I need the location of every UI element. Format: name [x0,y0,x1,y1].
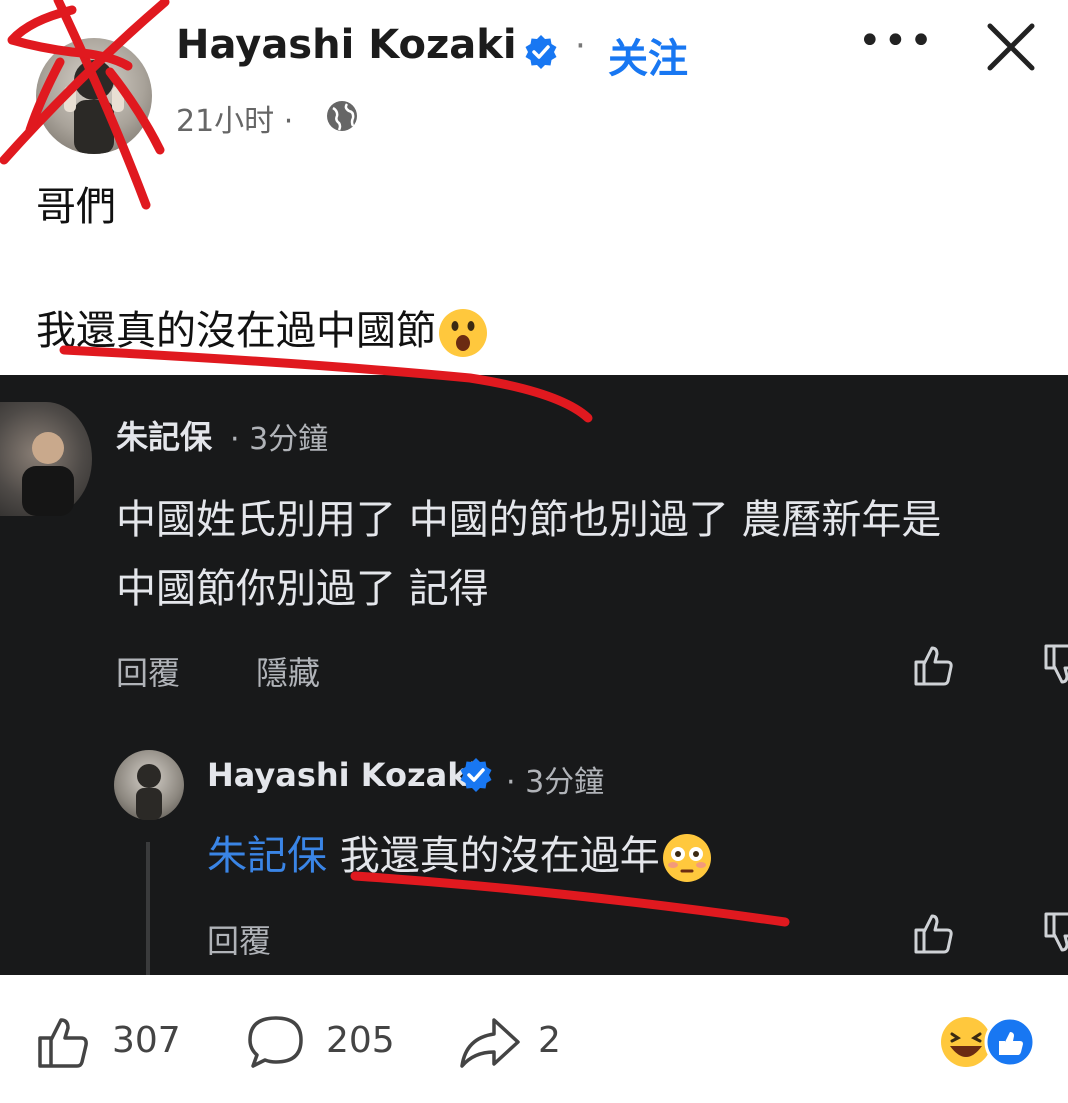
comment-text-line-1: 中國姓氏別用了 中國的節也別過了 農曆新年是 [116,497,942,543]
like-reaction [984,1016,1036,1068]
post-timestamp: 21小时 · [176,104,294,139]
comment-reply-button[interactable]: 回覆 [116,648,180,694]
post-text-line-1: 哥們 [36,184,116,230]
reply-thread-line [146,842,150,975]
reply-author[interactable]: Hayashi Kozaki [207,756,479,794]
flushed-emoji [662,834,711,882]
commenter-avatar-image [22,432,74,516]
reply-timestamp: · 3分鐘 [506,765,605,800]
reply-text-content: 我還真的沒在過年 [327,833,660,879]
thumbs-down-icon[interactable] [1040,642,1068,688]
author-name[interactable]: Hayashi Kozaki [176,22,517,68]
verified-badge-icon [525,35,557,69]
avatar-image [64,60,124,154]
like-count: 307 [112,1020,181,1061]
surprised-emoji [439,309,487,357]
more-options-button[interactable]: ••• [858,18,935,64]
reply-mention[interactable]: 朱記保 [207,833,327,879]
reply-avatar-image [136,764,162,820]
thumbs-up-icon[interactable] [910,910,956,956]
post-text-line-2: 我還真的沒在過中國節 [36,298,490,360]
thumbs-up-icon[interactable] [34,1012,94,1072]
comment-count: 205 [326,1020,395,1061]
comment-hide-button[interactable]: 隱藏 [256,648,320,694]
thumbs-up-icon[interactable] [910,642,956,688]
comment-timestamp: · 3分鐘 [230,422,329,457]
reply-author-avatar[interactable] [114,750,184,820]
author-avatar[interactable] [36,38,152,154]
comment-text-line-2: 中國節你別過了 記得 [116,566,489,612]
verified-badge-icon [460,758,492,792]
globe-icon [327,101,357,131]
comment-author[interactable]: 朱記保 [116,412,212,458]
reaction-summary[interactable] [938,1014,1038,1070]
close-icon[interactable] [984,20,1038,74]
post-text-line-2-content: 我還真的沒在過中國節 [36,308,436,354]
commenter-avatar[interactable] [0,402,92,516]
share-icon[interactable] [458,1012,522,1072]
follow-button[interactable]: 关注 [608,26,688,84]
comment-icon[interactable] [246,1012,306,1072]
haha-reaction [941,1017,991,1067]
reply-reply-button[interactable]: 回覆 [207,916,271,962]
reply-text: 朱記保 我還真的沒在過年 [207,823,714,885]
thumbs-down-icon[interactable] [1040,910,1068,956]
separator-dot: · [575,26,586,66]
share-count: 2 [538,1020,561,1061]
